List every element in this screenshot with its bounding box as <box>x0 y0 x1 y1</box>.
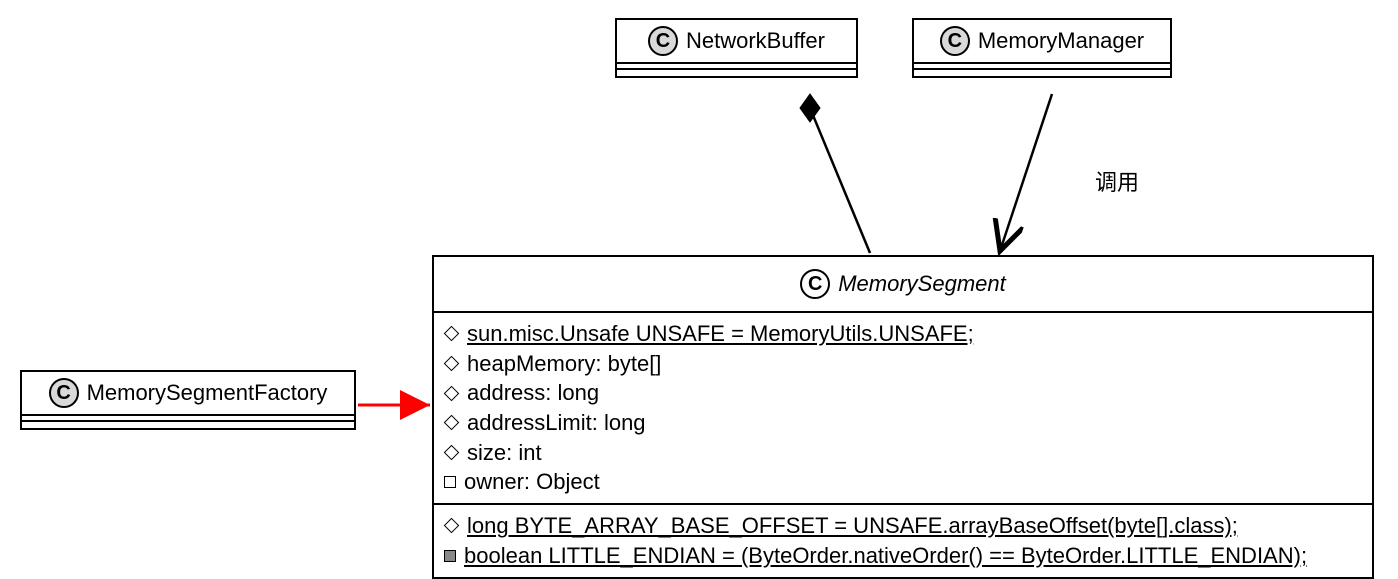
class-memory-segment: C MemorySegment sun.misc.Unsafe UNSAFE =… <box>432 255 1374 579</box>
attribute-text: size: int <box>467 438 542 468</box>
operation-row: boolean LITTLE_ENDIAN = (ByteOrder.nativ… <box>444 541 1362 571</box>
class-name: MemorySegmentFactory <box>87 380 328 406</box>
visibility-icon <box>444 415 460 431</box>
attribute-text: heapMemory: byte[] <box>467 349 661 379</box>
attribute-text: owner: Object <box>464 467 600 497</box>
rel-buffer-to-segment <box>800 94 870 253</box>
class-header: C MemorySegmentFactory <box>22 372 354 416</box>
class-name: MemorySegment <box>838 271 1006 297</box>
attribute-row: addressLimit: long <box>444 408 1362 438</box>
class-stereotype-icon: C <box>648 26 678 56</box>
class-ops-empty <box>914 70 1170 76</box>
class-header: C MemorySegment <box>434 257 1372 313</box>
operation-text: long BYTE_ARRAY_BASE_OFFSET = UNSAFE.arr… <box>467 511 1238 541</box>
class-memory-manager: C MemoryManager <box>912 18 1172 78</box>
visibility-icon <box>444 326 460 342</box>
attribute-text: sun.misc.Unsafe UNSAFE = MemoryUtils.UNS… <box>467 319 974 349</box>
attribute-row: sun.misc.Unsafe UNSAFE = MemoryUtils.UNS… <box>444 319 1362 349</box>
visibility-icon <box>444 385 460 401</box>
attribute-row: heapMemory: byte[] <box>444 349 1362 379</box>
attribute-text: address: long <box>467 378 599 408</box>
attribute-row: address: long <box>444 378 1362 408</box>
visibility-icon <box>444 518 460 534</box>
class-attributes: sun.misc.Unsafe UNSAFE = MemoryUtils.UNS… <box>434 313 1372 505</box>
attribute-row: size: int <box>444 438 1362 468</box>
class-ops-empty <box>617 70 856 76</box>
operation-row: long BYTE_ARRAY_BASE_OFFSET = UNSAFE.arr… <box>444 511 1362 541</box>
visibility-icon <box>444 476 456 488</box>
attribute-row: owner: Object <box>444 467 1362 497</box>
class-memory-segment-factory: C MemorySegmentFactory <box>20 370 356 430</box>
class-ops-empty <box>22 422 354 428</box>
visibility-icon <box>444 356 460 372</box>
attribute-text: addressLimit: long <box>467 408 646 438</box>
class-network-buffer: C NetworkBuffer <box>615 18 858 78</box>
class-operations: long BYTE_ARRAY_BASE_OFFSET = UNSAFE.arr… <box>434 505 1372 576</box>
class-name: MemoryManager <box>978 28 1144 54</box>
class-stereotype-icon: C <box>800 269 830 299</box>
operation-text: boolean LITTLE_ENDIAN = (ByteOrder.nativ… <box>464 541 1307 571</box>
class-name: NetworkBuffer <box>686 28 825 54</box>
class-header: C NetworkBuffer <box>617 20 856 64</box>
class-header: C MemoryManager <box>914 20 1170 64</box>
visibility-icon <box>444 445 460 461</box>
rel-manager-to-segment <box>1000 94 1052 251</box>
class-stereotype-icon: C <box>940 26 970 56</box>
relationship-label: 调用 <box>1095 165 1139 197</box>
class-stereotype-icon: C <box>49 378 79 408</box>
visibility-icon <box>444 550 456 562</box>
